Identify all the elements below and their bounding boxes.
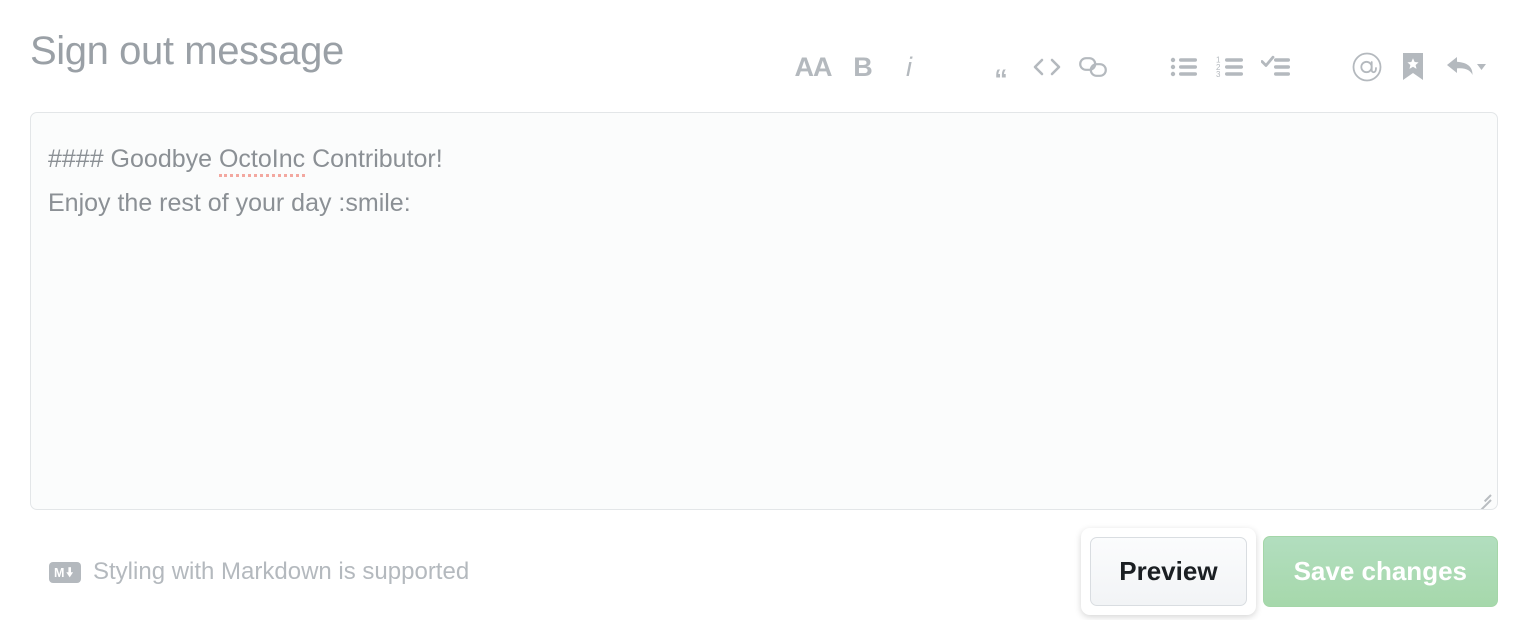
toolbar-group-text: AA B i (786, 47, 932, 87)
misspelled-word: OctoInc (218, 145, 306, 177)
task-list-icon[interactable] (1257, 47, 1297, 87)
heading-icon-small-a: A (794, 51, 814, 82)
svg-text:3: 3 (1216, 70, 1221, 79)
editor-footer: M Styling with Markdown is supported Pre… (0, 510, 1528, 620)
preview-button-focus-ring: Preview (1081, 528, 1256, 615)
markdown-hint[interactable]: M Styling with Markdown is supported (49, 554, 469, 590)
comment-textarea[interactable]: #### Goodbye OctoInc Contributor! Enjoy … (30, 112, 1498, 510)
reply-icon[interactable] (1439, 47, 1495, 87)
comment-line-1: #### Goodbye OctoInc Contributor! (48, 145, 443, 177)
heading-icon-big-a: A (813, 51, 832, 82)
editor-header: Sign out message AA B i “ 1 2 3 (0, 0, 1528, 112)
ordered-list-icon[interactable]: 1 2 3 (1211, 47, 1251, 87)
mention-icon[interactable] (1347, 47, 1387, 87)
toolbar-group-lists: 1 2 3 (1162, 47, 1300, 87)
svg-text:M: M (54, 566, 64, 580)
saved-reply-icon[interactable] (1393, 47, 1433, 87)
comment-line-1-prefix: #### Goodbye (48, 145, 219, 173)
toolbar-group-reference (1344, 47, 1498, 87)
quote-icon[interactable]: “ (981, 47, 1021, 92)
comment-line-2: Enjoy the rest of your day :smile: (48, 189, 411, 217)
comment-line-1-suffix: Contributor! (305, 145, 443, 173)
quote-icon-glyph: “ (994, 63, 1008, 94)
unordered-list-icon[interactable] (1165, 47, 1205, 87)
italic-icon[interactable]: i (889, 47, 929, 87)
save-changes-button[interactable]: Save changes (1262, 536, 1498, 607)
link-icon[interactable] (1073, 47, 1113, 87)
editor-actions: Preview Save changes (1081, 528, 1498, 615)
bold-icon[interactable]: B (843, 47, 883, 87)
toolbar-group-insert: “ (978, 47, 1116, 92)
markdown-icon: M (49, 561, 81, 583)
heading-icon[interactable]: AA (789, 47, 837, 87)
textarea-resize-handle[interactable] (1473, 485, 1493, 509)
preview-button[interactable]: Preview (1090, 537, 1247, 606)
markdown-toolbar: AA B i “ 1 2 3 (786, 44, 1498, 92)
bold-icon-glyph: B (853, 51, 873, 82)
comment-text-content: #### Goodbye OctoInc Contributor! Enjoy … (48, 137, 1480, 225)
code-icon[interactable] (1027, 47, 1067, 87)
page-title: Sign out message (30, 29, 344, 73)
markdown-hint-text: Styling with Markdown is supported (93, 558, 470, 585)
italic-icon-glyph: i (906, 51, 912, 82)
